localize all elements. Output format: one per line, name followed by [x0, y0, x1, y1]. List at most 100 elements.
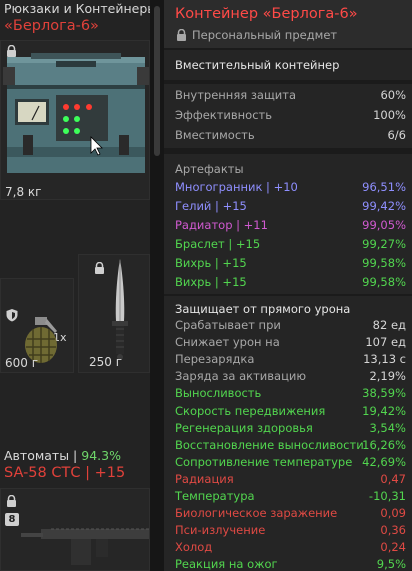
lock-icon — [94, 262, 105, 274]
protection-value: 2,19% — [369, 369, 406, 384]
category-title-backpacks: Рюкзаки и Контейнеры — [4, 1, 158, 16]
artifact-value: 99,58% — [362, 256, 406, 270]
protection-title: Защищает от прямого урона — [175, 302, 351, 316]
protection-row: Пси-излучение 0,36 — [164, 521, 412, 538]
stat-row: Эффективность 100% — [164, 106, 412, 126]
artifact-row: Браслет | +15 99,27% — [164, 235, 412, 255]
tooltip-subtitle: Персональный предмет — [192, 28, 338, 42]
inventory-panel: Рюкзаки и Контейнеры «Берлога-6» 7,8 кг … — [0, 0, 157, 571]
description-section: Вместительный контейнер — [164, 50, 412, 80]
protection-value: 19,42% — [362, 403, 406, 418]
protection-value: 0,09 — [380, 506, 406, 521]
protection-value: 9,5% — [376, 557, 406, 571]
protection-value: 13,13 с — [363, 352, 406, 367]
artifact-row: Гелий | +15 99,42% — [164, 197, 412, 217]
protection-label: Холод — [175, 540, 213, 555]
protection-value: 38,59% — [362, 386, 406, 401]
protection-label: Радиация — [175, 471, 234, 486]
rifle-image — [21, 528, 149, 565]
protection-row: Сопротивление температуре 42,69% — [164, 453, 412, 470]
lock-icon — [176, 29, 187, 41]
protection-value: 0,47 — [380, 471, 406, 486]
artifact-row: Радиатор | +11 99,05% — [164, 216, 412, 236]
protection-label: Перезарядка — [175, 352, 255, 367]
protection-label: Пси-излучение — [175, 523, 266, 538]
stat-value: 6/6 — [387, 128, 406, 142]
knife-image — [112, 259, 128, 360]
protection-row: Заряда за активацию 2,19% — [164, 367, 412, 384]
protection-row: Биологическое заражение 0,09 — [164, 504, 412, 521]
item-description: Вместительный контейнер — [175, 58, 340, 72]
protection-label: Температура — [175, 489, 255, 503]
protection-value: 3,54% — [369, 420, 406, 435]
protection-label: Срабатывает при — [175, 318, 281, 332]
protection-row: Холод 0,24 — [164, 538, 412, 555]
stat-value: 60% — [380, 88, 406, 102]
rifle-item-cell[interactable]: 8 — [0, 488, 150, 571]
scrollbar[interactable] — [150, 0, 164, 571]
protection-label: Биологическое заражение — [175, 506, 338, 521]
knife-weight: 250 г — [89, 355, 123, 369]
shield-icon — [5, 307, 19, 322]
tooltip-header: Контейнер «Берлога-6» Персональный предм… — [164, 0, 412, 48]
artifact-value: 99,27% — [362, 237, 406, 251]
artifact-name: Гелий | +15 — [175, 199, 247, 213]
artifacts-section: Артефакты Многогранник | +10 96,51% Гели… — [164, 154, 412, 294]
protection-row: Срабатывает при 82 ед — [164, 316, 412, 333]
protection-value: 16,26% — [362, 437, 406, 452]
protection-value: 0,24 — [380, 540, 406, 555]
artifact-name: Вихрь | +15 — [175, 275, 247, 289]
protection-label: Реакция на ожог — [175, 557, 278, 571]
tooltip-title: Контейнер «Берлога-6» — [175, 6, 358, 22]
stats-section: Внутренняя защита 60% Эффективность 100%… — [164, 84, 412, 148]
artifact-row: Вихрь | +15 99,58% — [164, 273, 412, 293]
protection-label: Скорость передвижения — [175, 403, 326, 418]
stat-row: Вместимость 6/6 — [164, 126, 412, 146]
protection-value: 82 ед — [372, 318, 406, 332]
lock-icon — [6, 495, 17, 507]
container-image — [3, 53, 149, 173]
protection-label: Выносливость — [175, 386, 262, 401]
stat-row: Внутренняя защита 60% — [164, 86, 412, 106]
protection-section: Защищает от прямого урона Срабатывает пр… — [164, 296, 412, 571]
knife-item-cell[interactable]: 250 г — [78, 254, 150, 373]
stat-value: 100% — [373, 108, 406, 122]
artifact-row: Вихрь | +15 99,58% — [164, 254, 412, 274]
artifact-name: Радиатор | +11 — [175, 218, 268, 232]
artifact-name: Браслет | +15 — [175, 237, 261, 251]
artifact-value: 96,51% — [362, 180, 406, 194]
artifact-name: Вихрь | +15 — [175, 256, 247, 270]
category-name: Автоматы | — [4, 448, 82, 463]
protection-value: 107 ед — [365, 335, 406, 350]
scrollbar-thumb[interactable] — [154, 6, 160, 156]
container-weight: 7,8 кг — [5, 185, 42, 199]
protection-label: Регенерация здоровья — [175, 420, 313, 435]
container-name-label: «Берлога-6» — [4, 18, 99, 34]
container-item-cell[interactable]: 7,8 кг — [0, 40, 150, 200]
protection-row: Реакция на ожог 9,5% — [164, 555, 412, 571]
artifact-value: 99,42% — [362, 199, 406, 213]
protection-value: 0,36 — [380, 523, 406, 538]
protection-value: 42,69% — [362, 454, 406, 469]
category-percent: 94.3% — [81, 448, 121, 463]
artifacts-title: Артефакты — [175, 162, 244, 176]
protection-row: Температура -10,31 — [164, 487, 412, 504]
protection-row: Восстановление выносливости 16,26% — [164, 436, 412, 453]
protection-row: Радиация 0,47 — [164, 470, 412, 487]
protection-label: Заряда за активацию — [175, 369, 307, 384]
grenade-item-cell[interactable]: 1x 600 г — [0, 278, 74, 373]
item-tooltip: Контейнер «Берлога-6» Персональный предм… — [164, 0, 412, 571]
protection-row: Выносливость 38,59% — [164, 384, 412, 401]
category-title-rifles: Автоматы | 94.3% — [4, 448, 121, 463]
protection-value: -10,31 — [368, 489, 406, 503]
protection-row: Снижает урон на 107 ед — [164, 333, 412, 350]
grenade-weight: 600 г — [5, 356, 39, 370]
stat-label: Внутренняя защита — [175, 88, 297, 102]
stat-label: Вместимость — [175, 128, 255, 142]
protection-row: Регенерация здоровья 3,54% — [164, 419, 412, 436]
protection-row: Перезарядка 13,13 с — [164, 350, 412, 367]
artifact-value: 99,05% — [362, 218, 406, 232]
rifle-name-label: SA-58 СТС | +15 — [4, 465, 126, 481]
protection-label: Снижает урон на — [175, 335, 280, 350]
protection-label: Восстановление выносливости — [175, 437, 364, 452]
